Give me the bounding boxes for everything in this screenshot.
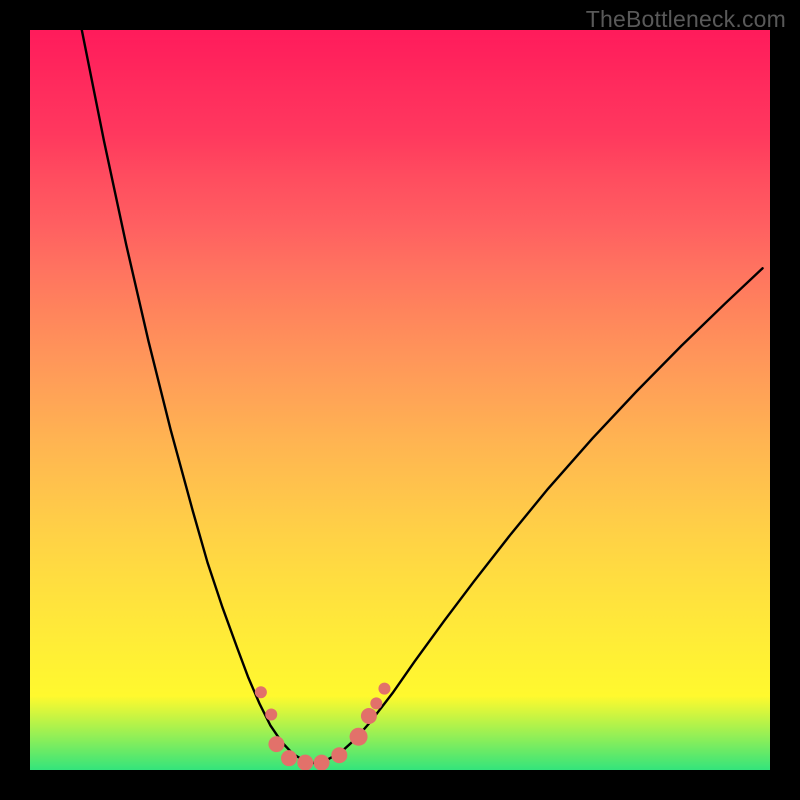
data-marker	[350, 728, 368, 746]
data-marker	[265, 709, 277, 721]
data-marker	[268, 736, 284, 752]
data-marker	[255, 686, 267, 698]
watermark-text: TheBottleneck.com	[586, 6, 786, 33]
data-marker	[361, 708, 377, 724]
data-marker	[314, 755, 330, 770]
data-marker	[297, 755, 313, 770]
marker-group	[255, 683, 391, 770]
data-marker	[378, 683, 390, 695]
data-marker	[370, 697, 382, 709]
data-marker	[281, 750, 297, 766]
data-marker	[331, 747, 347, 763]
left-branch-curve	[82, 30, 315, 763]
chart-svg	[30, 30, 770, 770]
